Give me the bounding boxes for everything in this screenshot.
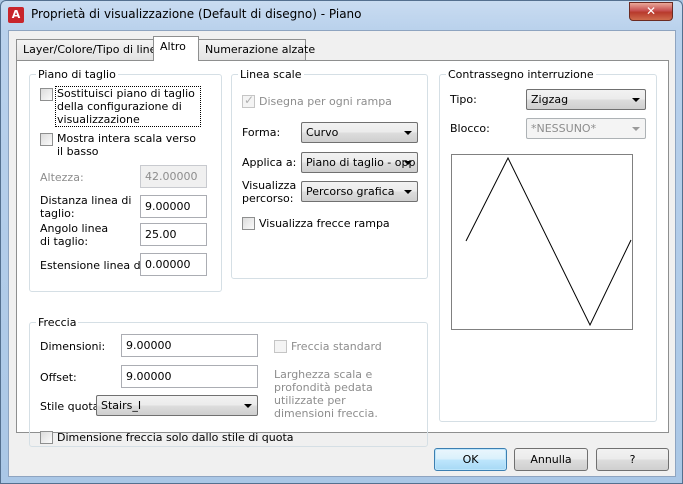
dialog-window: A Proprietà di visualizzazione (Default …	[0, 0, 683, 484]
line-extension-input[interactable]: 0.00000	[140, 253, 207, 276]
height-label: Altezza:	[40, 171, 84, 184]
ok-button[interactable]: OK	[434, 448, 507, 471]
tab-riser-numbering[interactable]: Numerazione alzate	[198, 39, 315, 60]
close-button[interactable]: ✕	[629, 2, 673, 21]
cut-line-angle-input[interactable]: 25.00	[140, 223, 207, 246]
stair-line-group-title: Linea scale	[238, 68, 304, 81]
arrow-size-from-style-label[interactable]: Dimensione freccia solo dallo stile di q…	[57, 431, 294, 444]
dimension-style-select[interactable]: Stairs_I	[96, 395, 258, 416]
show-flight-arrows-checkbox[interactable]	[242, 217, 255, 230]
chevron-down-icon	[404, 131, 412, 135]
stair-line-group: Linea scale ✓ Disegna per ogni rampa For…	[231, 68, 428, 279]
chevron-down-icon	[244, 404, 252, 408]
break-mark-group: Contrassegno interruzione Tipo: Zigzag B…	[439, 68, 657, 422]
break-mark-group-title: Contrassegno interruzione	[446, 68, 596, 81]
arrow-info-text: Larghezza scala e profondità pedata util…	[274, 368, 378, 420]
arrow-group: Freccia Dimensioni: 9.00000 Offset: 9.00…	[29, 316, 428, 447]
break-type-label: Tipo:	[450, 93, 477, 106]
chevron-down-icon	[632, 127, 640, 131]
tab-other[interactable]: Altro	[153, 36, 199, 61]
arrow-size-from-style-checkbox[interactable]	[40, 431, 53, 444]
apply-to-label: Applica a:	[242, 156, 297, 169]
draw-each-flight-label: Disegna per ogni rampa	[259, 95, 392, 108]
shape-select[interactable]: Curvo	[301, 122, 418, 143]
chevron-down-icon	[404, 161, 412, 165]
tab-panel-other: Piano di taglio Sostituisci piano di tag…	[16, 60, 669, 447]
dimension-style-select-value: Stairs_I	[101, 399, 142, 412]
break-type-select[interactable]: Zigzag	[526, 89, 646, 110]
block-select[interactable]: *NESSUNO*	[526, 118, 646, 139]
tab-layer-color-linetype[interactable]: Layer/Colore/Tipo di linea	[16, 39, 163, 60]
show-full-stair-checkbox[interactable]	[40, 133, 53, 146]
arrow-group-title: Freccia	[36, 316, 79, 329]
show-flight-arrows-label[interactable]: Visualizza frecce rampa	[259, 217, 390, 230]
display-path-select[interactable]: Percorso grafica	[301, 181, 418, 202]
cancel-button[interactable]: Annulla	[514, 448, 588, 471]
close-icon: ✕	[645, 4, 657, 18]
chevron-down-icon	[404, 190, 412, 194]
display-path-select-value: Percorso grafica	[306, 185, 395, 198]
show-full-stair-label[interactable]: Mostra intera scala verso il basso	[57, 132, 203, 158]
shape-select-value: Curvo	[306, 126, 339, 139]
autocad-app-icon: A	[8, 7, 24, 23]
title-bar[interactable]: A Proprietà di visualizzazione (Default …	[1, 1, 682, 29]
dimension-style-label: Stile quota:	[40, 400, 104, 413]
standard-arrow-label: Freccia standard	[291, 340, 382, 353]
override-cut-plane-checkbox[interactable]	[40, 88, 53, 101]
shape-label: Forma:	[242, 126, 281, 139]
standard-arrow-checkbox[interactable]	[274, 340, 287, 353]
cut-plane-group-title: Piano di taglio	[36, 68, 118, 81]
break-type-select-value: Zigzag	[531, 93, 569, 106]
cut-line-distance-label: Distanza linea di taglio:	[40, 194, 132, 220]
display-path-label: Visualizza percorso:	[242, 179, 297, 205]
height-input[interactable]: 42.00000	[140, 165, 207, 188]
apply-to-select[interactable]: Piano di taglio - opp	[301, 152, 418, 173]
cut-line-distance-input[interactable]: 9.00000	[140, 195, 207, 218]
block-select-value: *NESSUNO*	[531, 122, 597, 135]
arrow-offset-input[interactable]: 9.00000	[121, 365, 258, 388]
check-mark-icon: ✓	[244, 93, 255, 107]
dialog-client-area: Layer/Colore/Tipo di linea Altro Numeraz…	[8, 30, 676, 477]
cut-plane-group: Piano di taglio Sostituisci piano di tag…	[29, 68, 222, 292]
arrow-size-label: Dimensioni:	[40, 340, 106, 353]
override-cut-plane-label[interactable]: Sostituisci piano di taglio della config…	[57, 87, 203, 126]
zigzag-preview-graphic	[465, 156, 632, 327]
arrow-offset-label: Offset:	[40, 371, 77, 384]
chevron-down-icon	[632, 98, 640, 102]
arrow-size-input[interactable]: 9.00000	[121, 334, 258, 357]
break-mark-preview	[451, 154, 633, 330]
line-extension-label: Estensione linea di	[40, 259, 144, 272]
help-button[interactable]: ?	[596, 448, 669, 471]
block-label: Blocco:	[450, 122, 490, 135]
apply-to-select-value: Piano di taglio - opp	[306, 156, 416, 169]
cut-line-angle-label: Angolo linea di taglio:	[40, 222, 109, 248]
window-title: Proprietà di visualizzazione (Default di…	[31, 7, 362, 21]
draw-each-flight-checkbox[interactable]: ✓	[242, 93, 255, 108]
